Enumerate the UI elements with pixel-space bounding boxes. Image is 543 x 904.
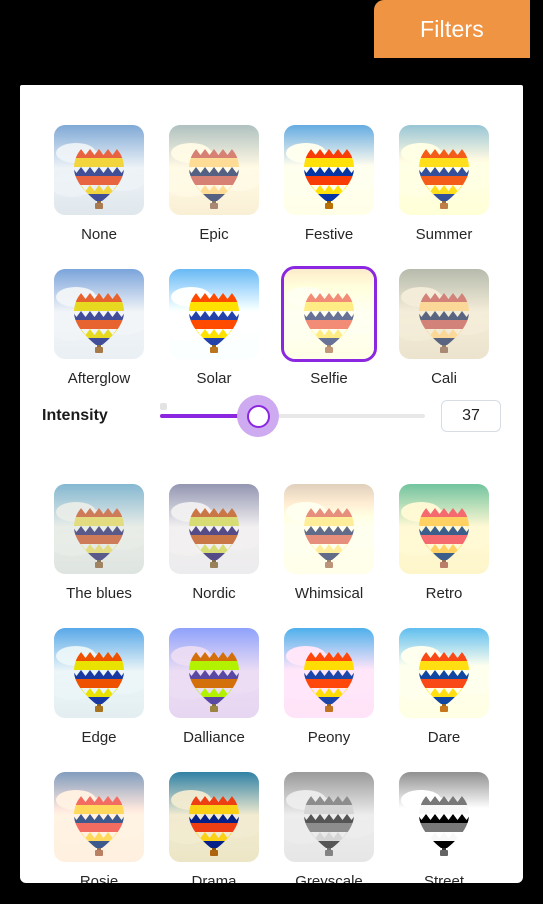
filter-label: Selfie <box>310 370 348 387</box>
balloon-preview-image <box>169 772 259 862</box>
slider-start-tick <box>160 403 167 410</box>
filter-item-selfie[interactable]: Selfie <box>272 266 386 388</box>
filter-label: Epic <box>199 226 229 243</box>
filter-item-nordic[interactable]: Nordic <box>157 484 271 603</box>
filter-label: Edge <box>81 729 117 746</box>
balloon-preview-image <box>399 125 489 215</box>
filter-label: Greyscale <box>295 873 363 883</box>
filter-thumbnail[interactable] <box>169 484 259 574</box>
filter-label: Street <box>423 873 465 883</box>
filter-thumbnail[interactable] <box>399 484 489 574</box>
intensity-value: 37 <box>462 407 480 424</box>
balloon-preview-image <box>284 484 374 574</box>
filter-label: Dare <box>427 729 461 746</box>
filter-thumbnail[interactable] <box>169 772 259 862</box>
balloon-preview-image <box>169 484 259 574</box>
filter-row: Rosie Drama Greyscale Street <box>20 772 523 883</box>
balloon-preview-image <box>399 772 489 862</box>
filter-grid-bottom: The blues Nordic Whimsical Retro Edge Dallian… <box>20 484 523 883</box>
filter-thumbnail[interactable] <box>169 269 259 359</box>
filter-thumbnail[interactable] <box>399 772 489 862</box>
filter-label: Whimsical <box>294 585 364 602</box>
filter-label: None <box>81 226 117 243</box>
filter-label: Retro <box>425 585 463 602</box>
filter-label: Afterglow <box>67 370 131 387</box>
intensity-slider[interactable] <box>160 395 425 437</box>
balloon-preview-image <box>54 628 144 718</box>
filter-label: The blues <box>66 585 132 602</box>
filter-item-greyscale[interactable]: Greyscale <box>272 772 386 883</box>
tab-filters-label: Filters <box>419 15 484 42</box>
filter-item-the-blues[interactable]: The blues <box>42 484 156 603</box>
tab-bar: Filters <box>0 0 543 58</box>
filter-thumbnail[interactable] <box>169 125 259 215</box>
filter-row: Afterglow Solar Selfie Cali <box>20 266 523 388</box>
filter-item-street[interactable]: Street <box>387 772 501 883</box>
filter-grid-top: None Epic Festive Summer Afterglow Solar Selfi… <box>20 125 523 388</box>
filter-label: Summer <box>415 226 473 243</box>
filter-label: Rosie <box>79 873 119 883</box>
filter-label: Festive <box>304 226 354 243</box>
filter-thumbnail[interactable] <box>54 484 144 574</box>
balloon-preview-image <box>169 269 259 359</box>
filter-item-dare[interactable]: Dare <box>387 628 501 747</box>
balloon-preview-image <box>169 628 259 718</box>
filter-thumbnail[interactable] <box>399 628 489 718</box>
filter-item-none[interactable]: None <box>42 125 156 244</box>
filter-row: Edge Dalliance Peony Dare <box>20 628 523 747</box>
balloon-preview-image <box>284 772 374 862</box>
filter-thumbnail[interactable] <box>54 772 144 862</box>
filter-label: Solar <box>196 370 232 387</box>
filter-item-whimsical[interactable]: Whimsical <box>272 484 386 603</box>
balloon-preview-image <box>399 628 489 718</box>
filter-row: None Epic Festive Summer <box>20 125 523 244</box>
filter-thumbnail[interactable] <box>284 628 374 718</box>
filter-item-festive[interactable]: Festive <box>272 125 386 244</box>
filter-item-drama[interactable]: Drama <box>157 772 271 883</box>
filter-thumbnail[interactable] <box>284 125 374 215</box>
filter-thumbnail[interactable] <box>169 628 259 718</box>
filter-label: Peony <box>307 729 351 746</box>
filter-item-afterglow[interactable]: Afterglow <box>42 269 156 388</box>
filter-item-peony[interactable]: Peony <box>272 628 386 747</box>
filter-item-dalliance[interactable]: Dalliance <box>157 628 271 747</box>
balloon-preview-image <box>284 125 374 215</box>
filter-thumbnail[interactable] <box>284 772 374 862</box>
filter-item-cali[interactable]: Cali <box>387 269 501 388</box>
intensity-row: Intensity 37 <box>20 388 523 444</box>
filter-thumbnail[interactable] <box>399 269 489 359</box>
filter-thumbnail[interactable] <box>54 269 144 359</box>
filter-thumbnail-selected[interactable] <box>281 266 377 362</box>
balloon-preview-image <box>284 269 374 359</box>
balloon-preview-image <box>399 269 489 359</box>
balloon-preview-image <box>284 628 374 718</box>
filter-label: Dalliance <box>183 729 245 746</box>
balloon-preview-image <box>54 269 144 359</box>
intensity-value-input[interactable]: 37 <box>441 400 501 432</box>
filter-item-retro[interactable]: Retro <box>387 484 501 603</box>
balloon-preview-image <box>54 125 144 215</box>
filter-thumbnail[interactable] <box>284 484 374 574</box>
filter-item-summer[interactable]: Summer <box>387 125 501 244</box>
slider-thumb[interactable] <box>237 395 280 437</box>
filter-thumbnail[interactable] <box>399 125 489 215</box>
filter-row: The blues Nordic Whimsical Retro <box>20 484 523 603</box>
filter-item-solar[interactable]: Solar <box>157 269 271 388</box>
filter-label: Cali <box>431 370 457 387</box>
filter-thumbnail[interactable] <box>54 628 144 718</box>
balloon-preview-image <box>54 484 144 574</box>
slider-thumb-inner <box>246 404 270 428</box>
filter-item-edge[interactable]: Edge <box>42 628 156 747</box>
filter-label: Nordic <box>192 585 236 602</box>
balloon-preview-image <box>399 484 489 574</box>
filter-item-epic[interactable]: Epic <box>157 125 271 244</box>
filter-item-rosie[interactable]: Rosie <box>42 772 156 883</box>
filter-label: Drama <box>191 873 237 883</box>
balloon-preview-image <box>169 125 259 215</box>
tab-filters[interactable]: Filters <box>374 0 530 58</box>
filters-panel: None Epic Festive Summer Afterglow Solar Selfi… <box>20 85 523 883</box>
intensity-label: Intensity <box>42 407 108 424</box>
filter-thumbnail[interactable] <box>54 125 144 215</box>
balloon-preview-image <box>54 772 144 862</box>
